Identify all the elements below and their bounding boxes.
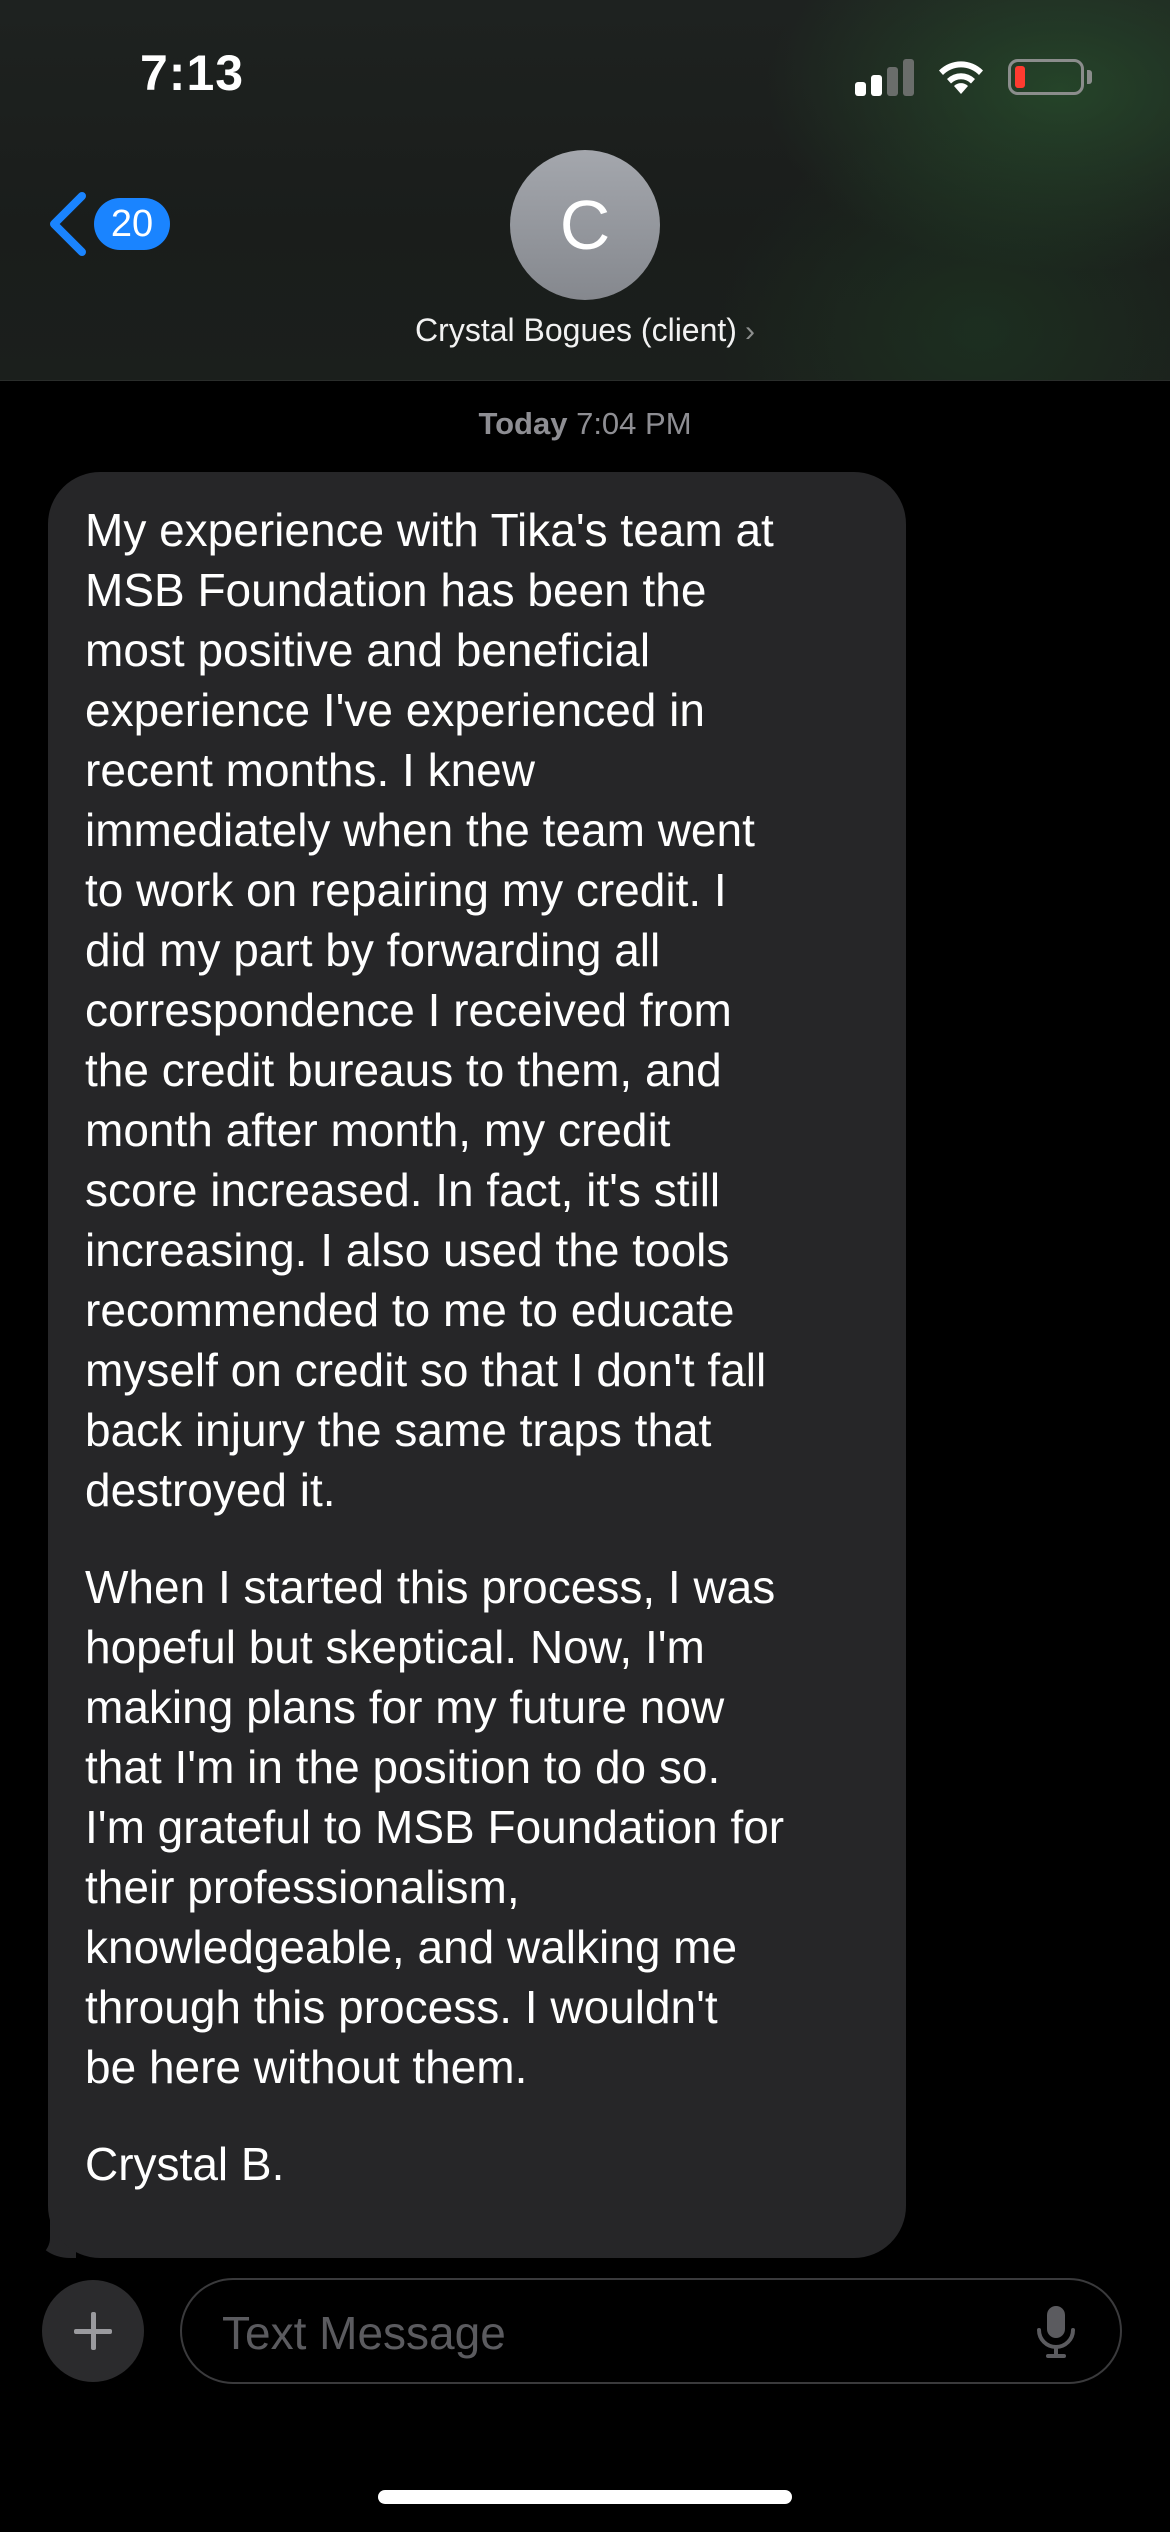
chevron-right-icon: › [744, 315, 755, 348]
wifi-icon [939, 61, 983, 94]
battery-terminal [1087, 70, 1092, 84]
plus-icon-vertical [91, 2312, 96, 2350]
contact-avatar[interactable]: C [510, 150, 660, 300]
incoming-message-bubble[interactable]: My experience with Tika's team at MSB Fo… [48, 472, 906, 2258]
back-button[interactable]: 20 [46, 186, 176, 266]
message-input-placeholder: Text Message [222, 2307, 506, 2359]
contact-name-button[interactable]: Crystal Bogues (client) › [0, 312, 1170, 349]
timestamp-time: 7:04 PM [576, 406, 692, 441]
contact-name: Crystal Bogues (client) [415, 312, 737, 348]
bubble-tail-cutout [20, 2212, 50, 2262]
battery-level [1015, 66, 1025, 88]
message-paragraph: When I started this process, I was hopef… [85, 1561, 785, 2093]
battery-low-icon [1008, 59, 1084, 95]
microphone-icon[interactable] [1034, 2304, 1078, 2360]
message-timestamp: Today 7:04 PM [0, 406, 1170, 442]
chevron-left-icon [50, 192, 86, 256]
home-indicator[interactable] [378, 2490, 792, 2504]
messages-screen: 7:13 20 C Crystal Bogues (client) › Today… [0, 0, 1170, 2532]
apps-plus-button[interactable] [42, 2280, 144, 2382]
cellular-signal-icon [855, 58, 915, 96]
status-time: 7:13 [140, 45, 245, 101]
message-input[interactable]: Text Message [180, 2278, 1122, 2384]
header-divider [0, 380, 1170, 381]
timestamp-day: Today [478, 406, 568, 441]
message-paragraph: My experience with Tika's team at MSB Fo… [85, 504, 774, 1516]
unread-count-badge: 20 [94, 198, 170, 250]
message-signature: Crystal B. [85, 2138, 285, 2190]
